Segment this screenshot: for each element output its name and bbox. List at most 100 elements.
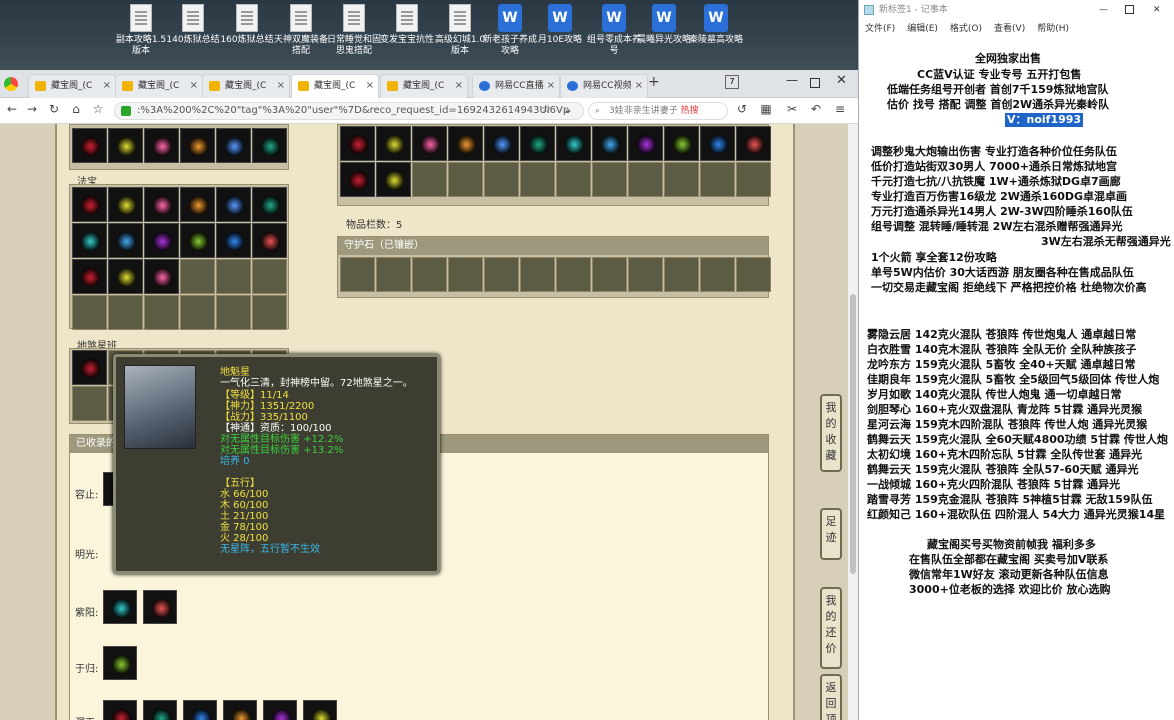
inventory-item-icon[interactable]	[340, 162, 375, 197]
equip-item-icon[interactable]	[72, 128, 107, 163]
inventory-item-icon[interactable]	[664, 126, 699, 161]
scrollbar-thumb[interactable]	[850, 294, 856, 574]
browser-logo-icon[interactable]	[4, 77, 18, 91]
collected-item-icon[interactable]	[263, 700, 297, 720]
browser-tab[interactable]: 藏宝阁_(C ×	[28, 74, 116, 98]
inventory-item-icon[interactable]	[412, 126, 447, 161]
fabao-item-icon[interactable]	[72, 223, 107, 258]
close-button[interactable]: ✕	[836, 73, 847, 88]
side-button[interactable]: 返回顶部	[820, 674, 842, 720]
tab-close-icon[interactable]: ×	[366, 75, 374, 97]
maximize-button[interactable]	[810, 78, 820, 88]
fabao-item-icon[interactable]	[144, 223, 179, 258]
desktop-icon[interactable]: 160炼狱总结	[218, 4, 276, 46]
fabao-item-icon[interactable]	[180, 187, 215, 222]
desktop-icon[interactable]: 变发宝宝抗性	[378, 4, 436, 46]
equip-item-icon[interactable]	[108, 128, 143, 163]
desktop-icon[interactable]: 140炼狱总结	[164, 4, 222, 46]
notepad-menu-item[interactable]: 文件(F)	[865, 24, 895, 34]
collected-item-icon[interactable]	[143, 590, 177, 624]
forward-icon[interactable]: →	[24, 102, 40, 116]
dropdown-chevron-icon[interactable]: ⌄	[560, 102, 576, 116]
notepad-text-area[interactable]: 全网独家出售 CC蓝V认证 专业专号 五开打包售 低端任务组号开创者 首创7千159…	[859, 38, 1174, 720]
browser-tab[interactable]: 藏宝阁_(C ×	[115, 74, 203, 98]
inventory-item-icon[interactable]	[376, 126, 411, 161]
notepad-maximize-button[interactable]	[1125, 5, 1134, 14]
fabao-item-icon[interactable]	[108, 259, 143, 294]
equip-item-icon[interactable]	[252, 128, 287, 163]
back-icon[interactable]: ←	[4, 102, 20, 116]
tab-close-icon[interactable]: ×	[547, 75, 555, 97]
back-arrow-icon[interactable]: ↶	[808, 102, 824, 116]
browser-tab[interactable]: 网易CC视频 ×	[560, 74, 648, 98]
inventory-item-icon[interactable]	[736, 126, 771, 161]
tab-close-icon[interactable]: ×	[277, 75, 285, 97]
side-button[interactable]: 足迹	[820, 508, 842, 560]
inventory-item-icon[interactable]	[700, 126, 735, 161]
browser-tab[interactable]: 网易CC直播 ×	[472, 74, 560, 98]
inventory-item-icon[interactable]	[448, 126, 483, 161]
scissors-icon[interactable]: ✂	[784, 102, 800, 116]
collected-item-icon[interactable]	[103, 590, 137, 624]
fabao-item-icon[interactable]	[144, 259, 179, 294]
desktop-icon[interactable]: 天神双魔装备搭配	[272, 4, 330, 57]
notepad-minimize-button[interactable]: —	[1099, 0, 1108, 20]
equip-item-icon[interactable]	[180, 128, 215, 163]
collected-item-icon[interactable]	[143, 700, 177, 720]
collected-item-icon[interactable]	[103, 700, 137, 720]
inventory-item-icon[interactable]	[340, 126, 375, 161]
grid-icon[interactable]: ▦	[758, 102, 774, 116]
desktop-icon[interactable]: W 秦陵墓高攻略	[687, 4, 745, 46]
tab-close-icon[interactable]: ×	[103, 75, 111, 97]
fabao-item-icon[interactable]	[108, 223, 143, 258]
url-field[interactable]: :%3A%200%2C%20"tag"%3A%20"user"%7D&reco_…	[114, 102, 584, 120]
desktop-icon[interactable]: W 月10E攻略	[531, 4, 589, 46]
collected-item-icon[interactable]	[183, 700, 217, 720]
notepad-menu-item[interactable]: 帮助(H)	[1037, 24, 1069, 34]
inventory-item-icon[interactable]	[520, 126, 555, 161]
new-tab-button[interactable]: +	[648, 74, 660, 90]
menu-icon[interactable]: ≡	[832, 102, 848, 116]
fabao-item-icon[interactable]	[252, 223, 287, 258]
fabao-item-icon[interactable]	[144, 187, 179, 222]
refresh-icon[interactable]: ↻	[46, 102, 62, 116]
home-icon[interactable]: ⌂	[68, 102, 84, 116]
notepad-close-button[interactable]: ✕	[1153, 0, 1161, 20]
inventory-item-icon[interactable]	[628, 126, 663, 161]
equip-item-icon[interactable]	[216, 128, 251, 163]
fabao-item-icon[interactable]	[216, 223, 251, 258]
tab-count-badge[interactable]: 7	[725, 75, 739, 89]
favorite-star-icon[interactable]: ☆	[90, 102, 106, 116]
dishaxing-item-icon[interactable]	[72, 350, 107, 385]
equip-item-icon[interactable]	[144, 128, 179, 163]
notepad-menu-item[interactable]: 查看(V)	[994, 24, 1025, 34]
notepad-menu-item[interactable]: 格式(O)	[950, 24, 982, 34]
undo-icon[interactable]: ↺	[734, 102, 750, 116]
inventory-item-icon[interactable]	[556, 126, 591, 161]
collected-item-icon[interactable]	[223, 700, 257, 720]
collected-item-icon[interactable]	[103, 646, 137, 680]
browser-tab[interactable]: 藏宝阁_(C ×	[202, 74, 290, 98]
tab-close-icon[interactable]: ×	[635, 75, 643, 97]
tab-close-icon[interactable]: ×	[190, 75, 198, 97]
fabao-item-icon[interactable]	[216, 187, 251, 222]
desktop-icon[interactable]: 日常睡觉和固思鬼搭配	[325, 4, 383, 57]
tab-close-icon[interactable]: ×	[455, 75, 463, 97]
browser-tab[interactable]: 藏宝阁_(C ×	[380, 74, 468, 98]
fabao-item-icon[interactable]	[108, 187, 143, 222]
inventory-item-icon[interactable]	[376, 162, 411, 197]
side-button[interactable]: 我的还价	[820, 587, 842, 669]
desktop-icon[interactable]: 副本攻略1.5版本	[112, 4, 170, 57]
fabao-item-icon[interactable]	[252, 187, 287, 222]
fabao-item-icon[interactable]	[72, 259, 107, 294]
inventory-item-icon[interactable]	[592, 126, 627, 161]
notepad-menu-item[interactable]: 编辑(E)	[907, 24, 938, 34]
collected-item-icon[interactable]	[303, 700, 337, 720]
fabao-item-icon[interactable]	[72, 187, 107, 222]
side-button[interactable]: 我的收藏	[820, 394, 842, 472]
inventory-item-icon[interactable]	[484, 126, 519, 161]
search-input[interactable]: ⌕ 3娃非亲生讲妻子 热搜	[588, 102, 728, 120]
fabao-item-icon[interactable]	[180, 223, 215, 258]
vertical-scrollbar[interactable]	[848, 124, 858, 720]
desktop-icon[interactable]: W 晨曦异光攻略	[635, 4, 693, 46]
